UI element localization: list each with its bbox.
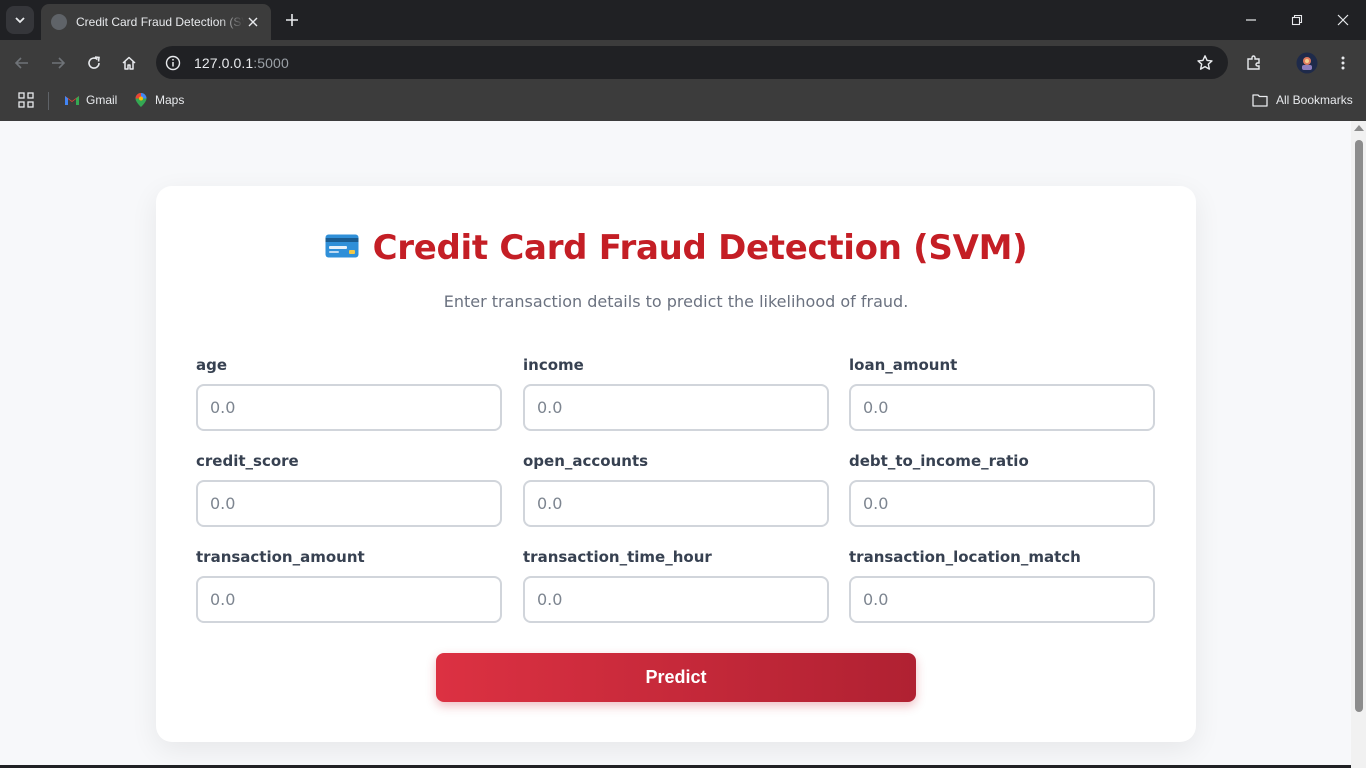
reload-button[interactable] [79, 48, 109, 78]
home-icon [122, 56, 136, 70]
url-text: 127.0.0.1:5000 [194, 55, 289, 71]
folder-icon [1252, 94, 1268, 107]
star-icon [1197, 55, 1213, 70]
predict-button[interactable]: Predict [436, 653, 916, 702]
transaction-amount-input[interactable] [196, 576, 502, 623]
field-label: debt_to_income_ratio [849, 452, 1029, 470]
debt-to-income-ratio-input[interactable] [849, 480, 1155, 527]
page-title: Credit Card Fraud Detection (SVM) [156, 228, 1196, 270]
field-label: income [523, 356, 584, 374]
chevron-down-icon [15, 17, 25, 24]
page-scrollbar[interactable] [1351, 121, 1366, 768]
gmail-icon [65, 96, 79, 105]
bookmark-star-button[interactable] [1196, 54, 1214, 72]
income-input[interactable] [523, 384, 829, 431]
age-input[interactable] [196, 384, 502, 431]
field-open-accounts: open_accounts [523, 452, 829, 527]
close-icon [1337, 14, 1349, 26]
apps-button[interactable] [18, 85, 34, 115]
all-bookmarks-label: All Bookmarks [1276, 93, 1353, 107]
puzzle-icon [1247, 55, 1260, 70]
field-label: transaction_amount [196, 548, 365, 566]
restore-button[interactable] [1274, 0, 1320, 40]
menu-button[interactable] [1328, 48, 1358, 78]
minimize-button[interactable] [1228, 0, 1274, 40]
field-loan-amount: loan_amount [849, 356, 1155, 431]
tab-close-button[interactable] [245, 14, 261, 30]
credit-score-input[interactable] [196, 480, 502, 527]
transaction-location-match-input[interactable] [849, 576, 1155, 623]
field-label: credit_score [196, 452, 299, 470]
globe-icon [51, 14, 67, 30]
loan-amount-input[interactable] [849, 384, 1155, 431]
close-window-button[interactable] [1320, 0, 1366, 40]
field-credit-score: credit_score [196, 452, 502, 527]
page-subtitle: Enter transaction details to predict the… [443, 292, 909, 311]
minimize-icon [1246, 19, 1256, 21]
bookmark-label: Gmail [86, 93, 118, 107]
arrow-left-icon [14, 57, 28, 69]
browser-titlebar: Credit Card Fraud Detection (SVM) [0, 0, 1366, 40]
back-button[interactable] [7, 48, 37, 78]
field-age: age [196, 356, 502, 431]
home-button[interactable] [114, 48, 144, 78]
field-label: loan_amount [849, 356, 958, 374]
avatar [1296, 52, 1318, 74]
field-transaction-location-match: transaction_location_match [849, 548, 1155, 623]
field-income: income [523, 356, 829, 431]
transaction-time-hour-input[interactable] [523, 576, 829, 623]
close-icon [248, 17, 258, 27]
bookmarks-bar: Gmail Maps All Bookmarks [0, 85, 1366, 121]
field-label: transaction_location_match [849, 548, 1081, 566]
page-title-text: Credit Card Fraud Detection (SVM) [372, 228, 1028, 268]
plus-icon [286, 14, 298, 26]
open-accounts-input[interactable] [523, 480, 829, 527]
bookmark-label: Maps [155, 93, 185, 107]
prediction-card: Credit Card Fraud Detection (SVM) Enter … [156, 186, 1196, 742]
field-debt-to-income-ratio: debt_to_income_ratio [849, 452, 1155, 527]
bookmarks-separator [48, 92, 49, 110]
site-info-icon[interactable] [164, 54, 182, 72]
profile-button[interactable] [1292, 48, 1322, 78]
tab-title: Credit Card Fraud Detection (SVM) [76, 15, 244, 29]
apps-grid-icon [18, 92, 34, 108]
arrow-right-icon [52, 57, 66, 69]
more-vertical-icon [1341, 56, 1345, 70]
browser-tab[interactable]: Credit Card Fraud Detection (SVM) [41, 4, 271, 40]
field-label: open_accounts [523, 452, 649, 470]
url-port: :5000 [253, 54, 289, 71]
field-label: transaction_time_hour [523, 548, 712, 566]
tab-search-button[interactable] [6, 6, 34, 34]
bookmark-gmail[interactable]: Gmail [64, 85, 117, 115]
bookmark-maps[interactable]: Maps [134, 85, 184, 115]
field-transaction-time-hour: transaction_time_hour [523, 548, 829, 623]
scroll-up-arrow-icon[interactable] [1354, 125, 1364, 131]
url-host: 127.0.0.1 [194, 54, 254, 71]
page-viewport: Credit Card Fraud Detection (SVM) Enter … [0, 121, 1351, 768]
extensions-button[interactable] [1239, 48, 1269, 78]
reload-icon [88, 56, 100, 69]
all-bookmarks-button[interactable]: All Bookmarks [1252, 85, 1353, 115]
credit-card-icon [325, 227, 359, 267]
restore-icon [1291, 14, 1303, 26]
field-label: age [196, 356, 228, 374]
address-bar[interactable]: 127.0.0.1:5000 [156, 46, 1228, 79]
maps-icon [135, 93, 147, 107]
field-transaction-amount: transaction_amount [196, 548, 502, 623]
scroll-thumb[interactable] [1355, 140, 1363, 712]
new-tab-button[interactable] [280, 8, 304, 32]
forward-button[interactable] [43, 48, 73, 78]
